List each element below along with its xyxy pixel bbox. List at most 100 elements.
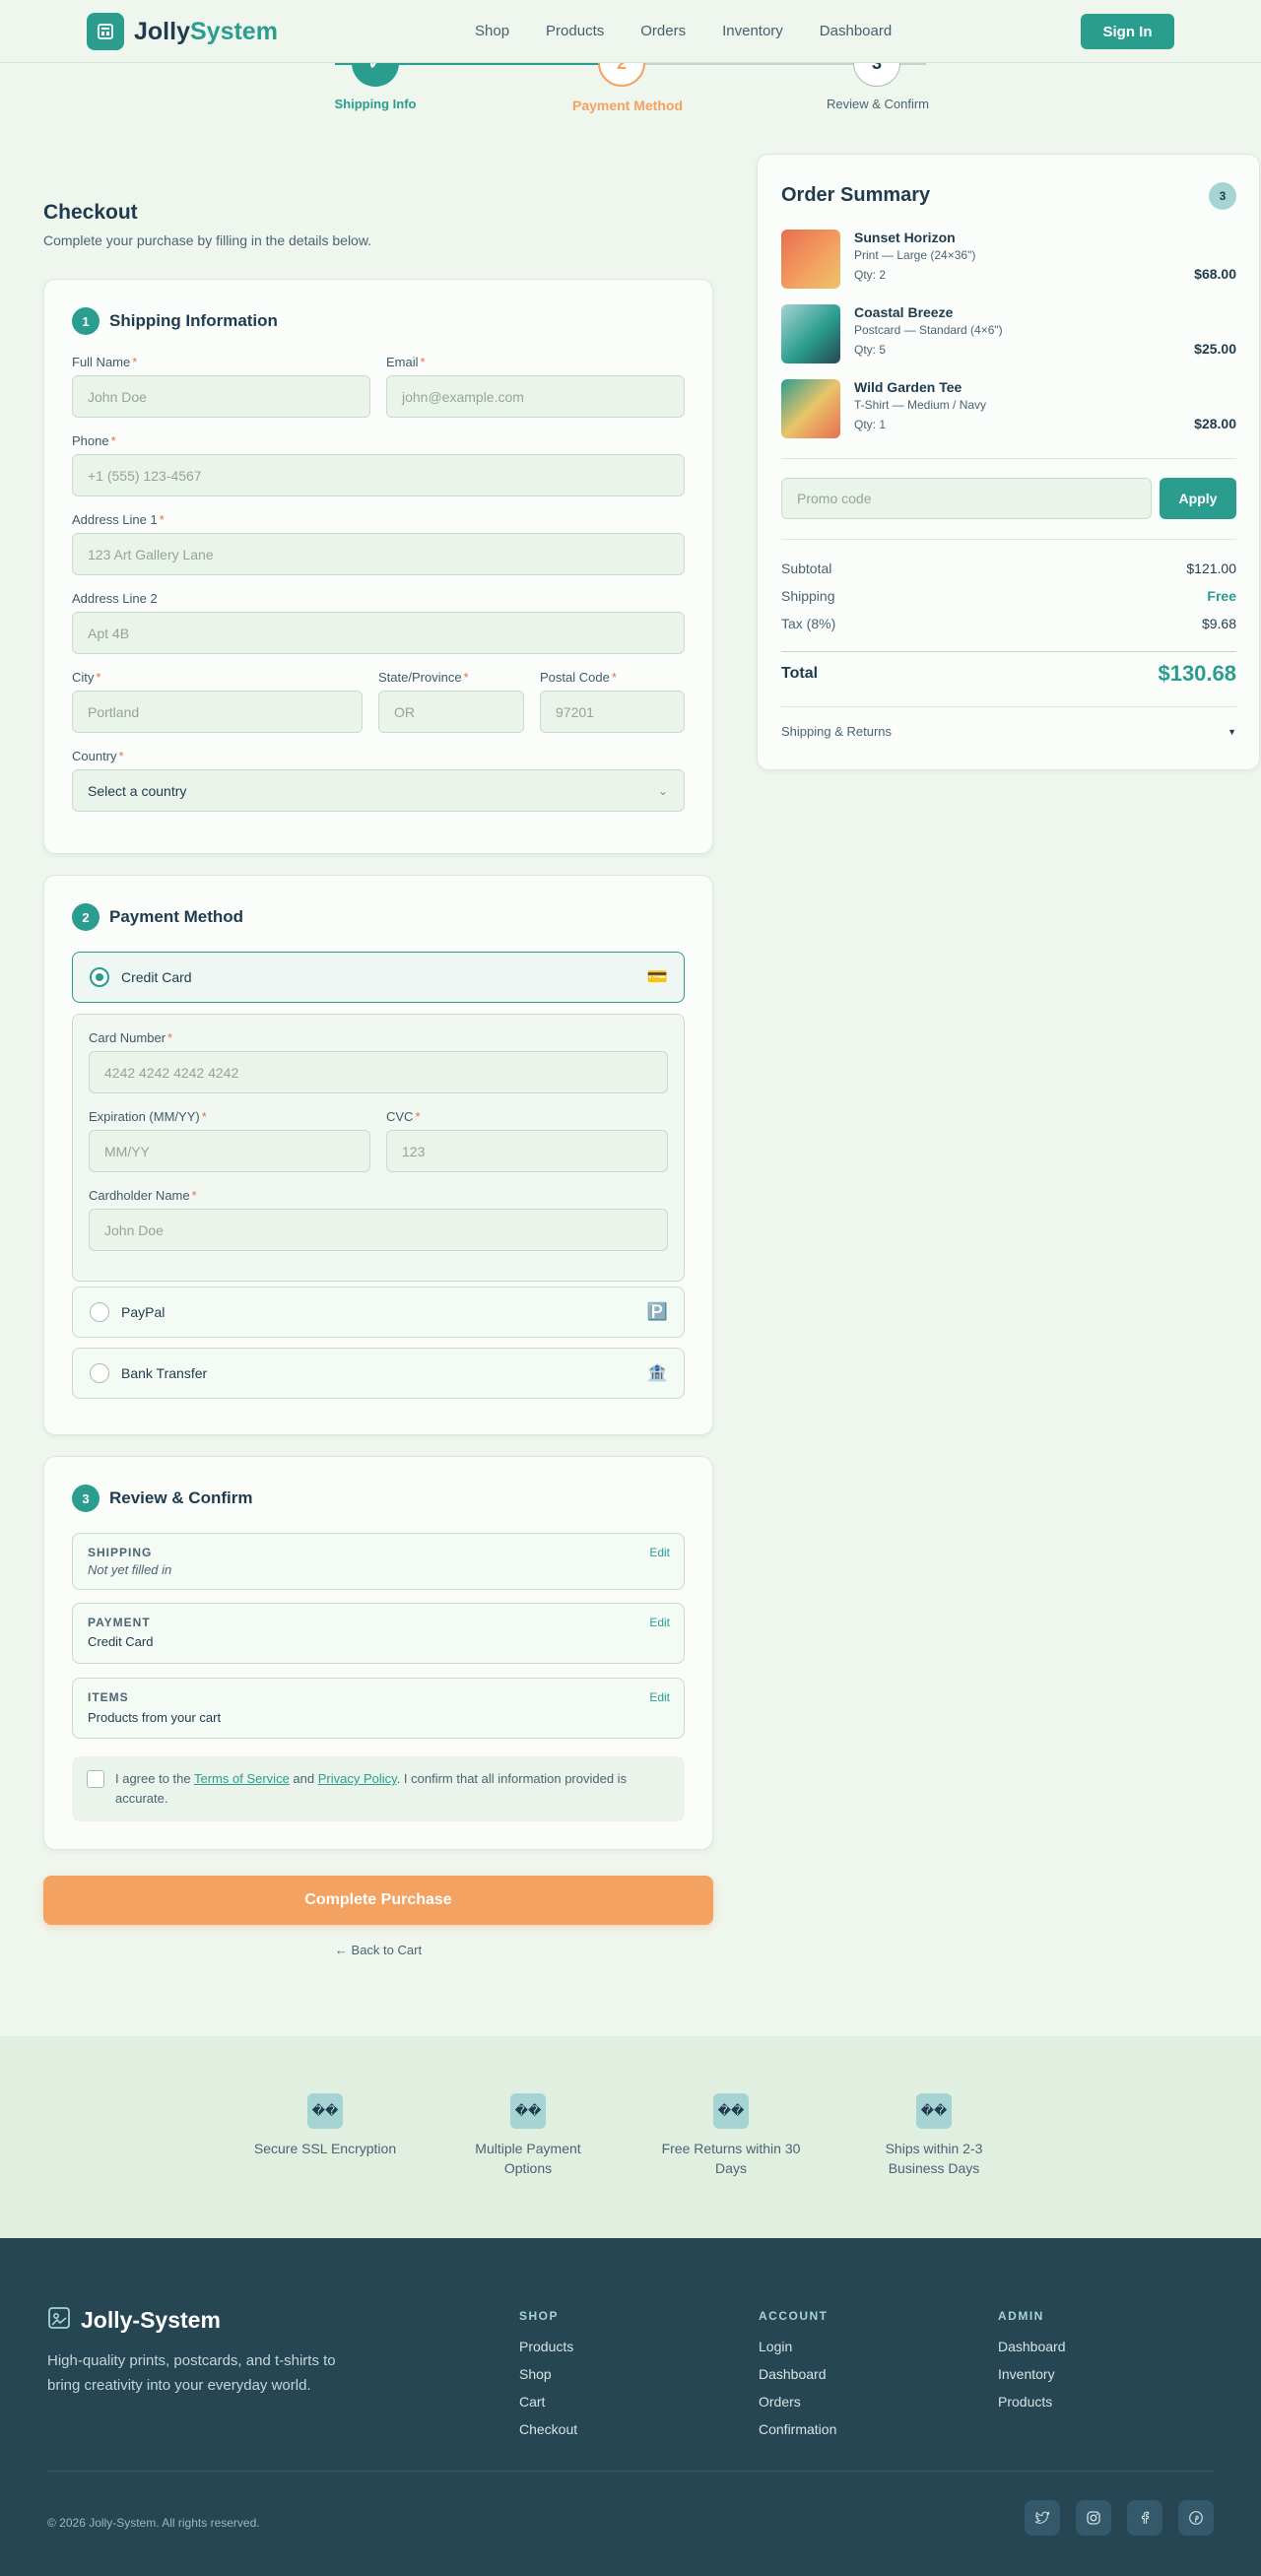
payment-option-bank-transfer[interactable]: Bank Transfer 🏦	[72, 1348, 685, 1399]
card-number-input[interactable]: 4242 4242 4242 4242	[89, 1051, 668, 1093]
payment-option-credit-card[interactable]: Credit Card 💳	[72, 952, 685, 1003]
city-label: City *	[72, 670, 101, 685]
country-select[interactable]: Select a country ⌄	[72, 769, 685, 812]
twitter-icon[interactable]	[1025, 2500, 1060, 2536]
edit-payment-link[interactable]: Edit	[649, 1616, 670, 1629]
email-label: Email *	[386, 355, 426, 369]
full-name-input[interactable]: John Doe	[72, 375, 370, 418]
email-input[interactable]: john@example.com	[386, 375, 685, 418]
total-value: $130.68	[1158, 661, 1236, 686]
top-header: JollySystem Shop Products Orders Invento…	[0, 0, 1261, 63]
shipping-row: Shipping Free	[781, 588, 1236, 604]
footer-link[interactable]: Cart	[519, 2394, 577, 2410]
review-box-value: Credit Card	[88, 1634, 154, 1649]
divider	[781, 651, 1236, 652]
facebook-icon[interactable]	[1127, 2500, 1162, 2536]
card-number-label: Card Number *	[89, 1030, 173, 1045]
nav-products[interactable]: Products	[546, 23, 604, 39]
address1-input[interactable]: 123 Art Gallery Lane	[72, 533, 685, 575]
complete-purchase-button[interactable]: Complete Purchase	[43, 1876, 713, 1925]
feature-text: Free Returns within 30 Days	[661, 2141, 801, 2176]
section-number: 1	[72, 307, 100, 335]
returns-icon: ��	[713, 2093, 749, 2129]
product-thumbnail	[781, 304, 840, 363]
summary-item: Wild Garden Tee T-Shirt — Medium / Navy …	[781, 379, 1236, 438]
item-name: Sunset Horizon	[854, 230, 956, 245]
cardholder-input[interactable]: John Doe	[89, 1209, 668, 1251]
footer-link[interactable]: Products	[519, 2339, 577, 2354]
review-shipping-box: SHIPPING Not yet filled in Edit	[72, 1533, 685, 1590]
city-input[interactable]: Portland	[72, 691, 363, 733]
footer-link[interactable]: Dashboard	[759, 2366, 836, 2382]
terms-agreement: I agree to the Terms of Service and Priv…	[72, 1756, 685, 1821]
summary-item: Sunset Horizon Print — Large (24×36") Qt…	[781, 230, 1236, 289]
section-title: Review & Confirm	[109, 1488, 253, 1507]
brand-logo[interactable]: JollySystem	[87, 13, 278, 50]
state-input[interactable]: OR	[378, 691, 524, 733]
radio-selected[interactable]	[90, 967, 109, 987]
divider	[781, 458, 1236, 459]
instagram-icon[interactable]	[1076, 2500, 1111, 2536]
credit-card-icon: 💳	[646, 967, 668, 986]
review-box-title: ITEMS	[88, 1690, 129, 1704]
privacy-link[interactable]: Privacy Policy	[318, 1771, 397, 1786]
footer-link[interactable]: Shop	[519, 2366, 577, 2382]
footer-link[interactable]: Inventory	[998, 2366, 1066, 2382]
item-variant: T-Shirt — Medium / Navy	[854, 398, 987, 412]
nav-dashboard[interactable]: Dashboard	[820, 23, 892, 39]
terms-link[interactable]: Terms of Service	[194, 1771, 290, 1786]
item-name: Coastal Breeze	[854, 304, 954, 320]
main-nav: Shop Products Orders Inventory Dashboard	[475, 23, 928, 39]
payment-option-paypal[interactable]: PayPal 🅿️	[72, 1287, 685, 1338]
phone-input[interactable]: +1 (555) 123-4567	[72, 454, 685, 496]
footer-link[interactable]: Confirmation	[759, 2421, 836, 2437]
paypal-icon: 🅿️	[646, 1302, 668, 1321]
address2-label: Address Line 2	[72, 591, 158, 606]
radio-unselected[interactable]	[90, 1363, 109, 1383]
edit-items-link[interactable]: Edit	[649, 1690, 670, 1704]
review-box-title: PAYMENT	[88, 1616, 151, 1629]
review-payment-box: PAYMENT Credit Card Edit	[72, 1603, 685, 1664]
item-count-badge: 3	[1209, 182, 1236, 210]
footer-col-shop: SHOP Products Shop Cart Checkout	[519, 2309, 577, 2449]
nav-inventory[interactable]: Inventory	[722, 23, 783, 39]
item-qty: Qty: 5	[854, 343, 887, 357]
shipping-returns-toggle[interactable]: Shipping & Returns ▼	[781, 724, 1236, 739]
nav-orders[interactable]: Orders	[640, 23, 686, 39]
radio-unselected[interactable]	[90, 1302, 109, 1322]
footer-brand-name: Jolly-System	[81, 2307, 221, 2333]
payment-option-label: PayPal	[121, 1304, 166, 1320]
footer-link[interactable]: Products	[998, 2394, 1066, 2410]
footer-tagline: High-quality prints, postcards, and t-sh…	[47, 2352, 336, 2394]
footer-logo[interactable]: Jolly-System	[47, 2306, 221, 2335]
footer-link[interactable]: Dashboard	[998, 2339, 1066, 2354]
cvc-label: CVC *	[386, 1109, 421, 1124]
terms-checkbox[interactable]	[87, 1770, 104, 1788]
nav-shop[interactable]: Shop	[475, 23, 509, 39]
state-label: State/Province *	[378, 670, 469, 685]
cvc-input[interactable]: 123	[386, 1130, 668, 1172]
signin-button[interactable]: Sign In	[1081, 14, 1174, 49]
subtotal-value: $121.00	[1186, 561, 1236, 576]
back-to-cart-link[interactable]: ← Back to Cart	[43, 1943, 713, 1957]
postal-input[interactable]: 97201	[540, 691, 685, 733]
expiry-input[interactable]: MM/YY	[89, 1130, 370, 1172]
footer-link[interactable]: Login	[759, 2339, 836, 2354]
review-header: 3 Review & Confirm	[72, 1485, 252, 1512]
address2-input[interactable]: Apt 4B	[72, 612, 685, 654]
edit-shipping-link[interactable]: Edit	[649, 1546, 670, 1559]
caret-down-icon: ▼	[1228, 727, 1236, 737]
apply-promo-button[interactable]: Apply	[1160, 478, 1236, 519]
pinterest-icon[interactable]	[1178, 2500, 1214, 2536]
footer-link[interactable]: Checkout	[519, 2421, 577, 2437]
footer-link[interactable]: Orders	[759, 2394, 836, 2410]
section-title: Payment Method	[109, 907, 244, 926]
shipping-value: Free	[1207, 588, 1236, 604]
promo-code-input[interactable]: Promo code	[781, 478, 1152, 519]
divider	[781, 706, 1236, 707]
site-footer: Jolly-System High-quality prints, postca…	[0, 2238, 1261, 2576]
payment-header: 2 Payment Method	[72, 903, 243, 931]
feature-text: Ships within 2-3 Business Days	[885, 2141, 983, 2176]
feature-text: Multiple Payment Options	[475, 2141, 581, 2176]
item-variant: Print — Large (24×36")	[854, 248, 976, 262]
